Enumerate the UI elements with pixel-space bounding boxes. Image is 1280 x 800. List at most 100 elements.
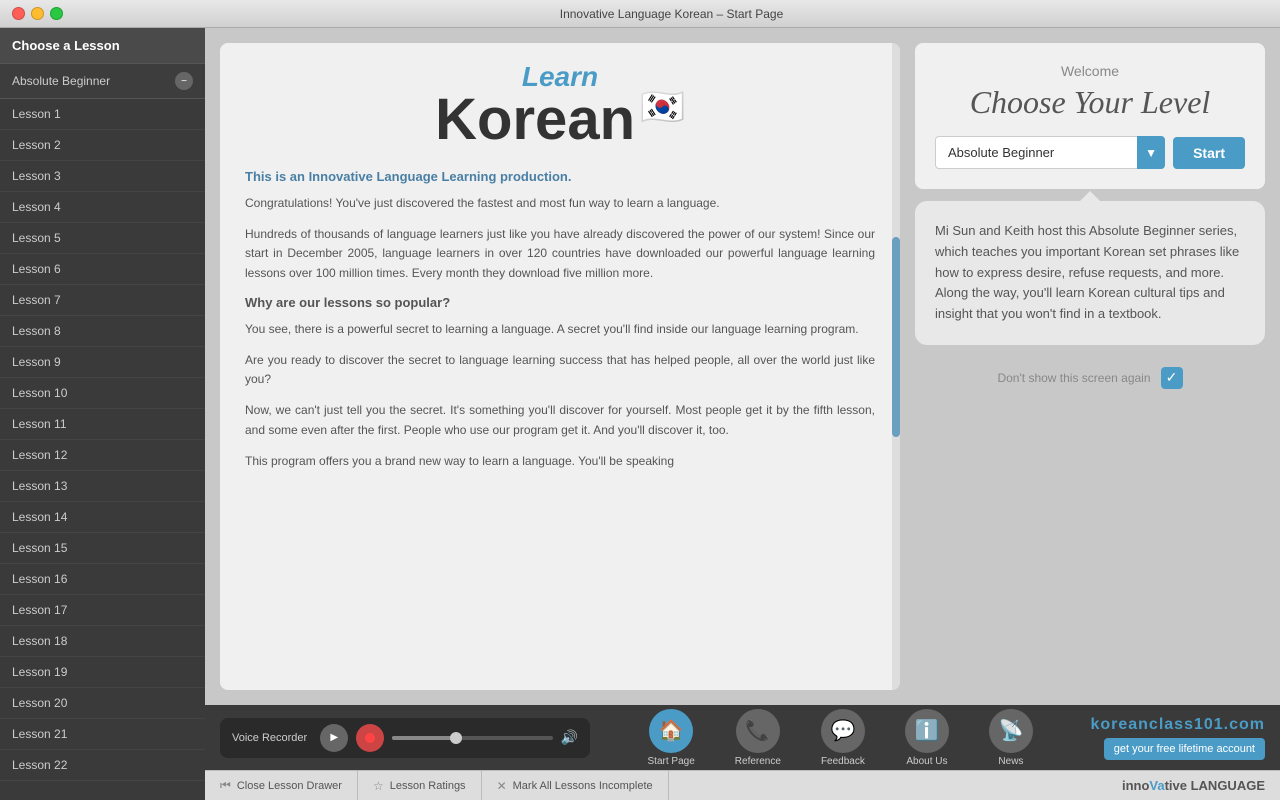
content-area: Learn Korean 🇰🇷 This is an Innovative La… <box>205 28 1280 705</box>
nav-item-start-page[interactable]: 🏠 Start Page <box>628 705 715 771</box>
nav-label-feedback: Feedback <box>821 756 865 767</box>
progress-thumb[interactable] <box>450 732 462 744</box>
welcome-section: Welcome Choose Your Level Absolute Begin… <box>915 43 1265 189</box>
lesson-item-12[interactable]: Lesson 12 <box>0 440 205 471</box>
lesson-item-16[interactable]: Lesson 16 <box>0 564 205 595</box>
record-dot-icon <box>365 733 375 743</box>
sidebar-level-row: Absolute Beginner − <box>0 64 205 99</box>
lesson-item-5[interactable]: Lesson 5 <box>0 223 205 254</box>
sidebar-lessons-list: Lesson 1Lesson 2Lesson 3Lesson 4Lesson 5… <box>0 99 205 800</box>
level-select[interactable]: Absolute Beginner <box>935 136 1165 169</box>
korean-logo: Learn Korean 🇰🇷 <box>435 63 685 149</box>
nav-icon-about-us: ℹ️ <box>905 709 949 753</box>
logo-header: Learn Korean 🇰🇷 <box>220 43 900 159</box>
brand-name: koreanclass101.com <box>1090 716 1265 734</box>
nav-item-about-us[interactable]: ℹ️ About Us <box>885 705 969 771</box>
lesson-item-3[interactable]: Lesson 3 <box>0 161 205 192</box>
sidebar: Choose a Lesson Absolute Beginner − Less… <box>0 28 205 800</box>
sidebar-header: Choose a Lesson <box>0 28 205 64</box>
scroll-thumb[interactable] <box>892 237 900 437</box>
lesson-item-18[interactable]: Lesson 18 <box>0 626 205 657</box>
lesson-item-19[interactable]: Lesson 19 <box>0 657 205 688</box>
star-icon: ☆ <box>373 779 384 793</box>
dont-show-row: Don't show this screen again ✓ <box>915 357 1265 399</box>
dont-show-checkbox[interactable]: ✓ <box>1161 367 1183 389</box>
close-lesson-drawer-btn[interactable]: ⏮ Close Lesson Drawer <box>205 771 358 800</box>
window-controls[interactable] <box>12 7 63 20</box>
brand-name-prefix: koreanclass101.com <box>1090 716 1265 733</box>
nav-icon-start-page: 🏠 <box>649 709 693 753</box>
window-title: Innovative Language Korean – Start Page <box>75 7 1268 21</box>
description-text: Mi Sun and Keith host this Absolute Begi… <box>935 223 1239 321</box>
minimize-window-btn[interactable] <box>31 7 44 20</box>
flag-icon: 🇰🇷 <box>640 86 685 128</box>
scroll-bar[interactable] <box>892 43 900 690</box>
lesson-ratings-btn[interactable]: ☆ Lesson Ratings <box>358 771 482 800</box>
lesson-item-7[interactable]: Lesson 7 <box>0 285 205 316</box>
lesson-item-2[interactable]: Lesson 2 <box>0 130 205 161</box>
free-account-button[interactable]: get your free lifetime account <box>1104 738 1265 760</box>
mark-incomplete-label: Mark All Lessons Incomplete <box>513 780 653 792</box>
maximize-window-btn[interactable] <box>50 7 63 20</box>
lesson-item-15[interactable]: Lesson 15 <box>0 533 205 564</box>
intro-para-2: Hundreds of thousands of language learne… <box>245 225 875 283</box>
mark-incomplete-btn[interactable]: ✕ Mark All Lessons Incomplete <box>482 771 669 800</box>
play-button[interactable]: ▶ <box>320 724 348 752</box>
intro-para-3: You see, there is a powerful secret to l… <box>245 320 875 339</box>
nav-icons: 🏠 Start Page 📞 Reference 💬 Feedback ℹ️ A… <box>600 705 1080 771</box>
lesson-item-21[interactable]: Lesson 21 <box>0 719 205 750</box>
lesson-item-8[interactable]: Lesson 8 <box>0 316 205 347</box>
right-panel: Welcome Choose Your Level Absolute Begin… <box>915 43 1265 690</box>
nav-item-reference[interactable]: 📞 Reference <box>715 705 801 771</box>
lesson-item-6[interactable]: Lesson 6 <box>0 254 205 285</box>
nav-icon-reference: 📞 <box>736 709 780 753</box>
left-panel: Learn Korean 🇰🇷 This is an Innovative La… <box>220 43 900 690</box>
footer-bar: ⏮ Close Lesson Drawer ☆ Lesson Ratings ✕… <box>205 770 1280 800</box>
volume-icon[interactable]: 🔊 <box>561 729 578 746</box>
nav-icon-feedback: 💬 <box>821 709 865 753</box>
dont-show-label: Don't show this screen again <box>997 371 1150 385</box>
intro-para-6: This program offers you a brand new way … <box>245 452 875 471</box>
description-bubble: Mi Sun and Keith host this Absolute Begi… <box>915 201 1265 345</box>
lesson-item-4[interactable]: Lesson 4 <box>0 192 205 223</box>
why-heading: Why are our lessons so popular? <box>245 295 875 310</box>
nav-label-about-us: About Us <box>906 756 947 767</box>
progress-fill <box>392 736 456 740</box>
nav-label-reference: Reference <box>735 756 781 767</box>
lesson-item-1[interactable]: Lesson 1 <box>0 99 205 130</box>
level-selector: Absolute Beginner ▼ Start <box>935 136 1245 169</box>
intro-para-5: Now, we can't just tell you the secret. … <box>245 401 875 439</box>
intro-para-4: Are you ready to discover the secret to … <box>245 351 875 389</box>
start-button[interactable]: Start <box>1173 137 1245 169</box>
lesson-item-14[interactable]: Lesson 14 <box>0 502 205 533</box>
nav-item-news[interactable]: 📡 News <box>969 705 1053 771</box>
lesson-item-13[interactable]: Lesson 13 <box>0 471 205 502</box>
nav-icon-news: 📡 <box>989 709 1033 753</box>
sidebar-collapse-btn[interactable]: − <box>175 72 193 90</box>
intro-heading: This is an Innovative Language Learning … <box>245 169 875 184</box>
record-button[interactable] <box>356 724 384 752</box>
intro-para-1: Congratulations! You've just discovered … <box>245 194 875 213</box>
lesson-item-11[interactable]: Lesson 11 <box>0 409 205 440</box>
lesson-item-20[interactable]: Lesson 20 <box>0 688 205 719</box>
bottom-bar: Voice Recorder ▶ 🔊 🏠 Start Page 📞 Refere… <box>205 705 1280 770</box>
nav-item-feedback[interactable]: 💬 Feedback <box>801 705 885 771</box>
footer-brand-accent: Va <box>1149 778 1164 793</box>
lesson-ratings-label: Lesson Ratings <box>390 780 466 792</box>
recorder-label: Voice Recorder <box>232 732 307 744</box>
korean-main-text: Korean <box>435 91 635 149</box>
lesson-item-22[interactable]: Lesson 22 <box>0 750 205 781</box>
app-container: Choose a Lesson Absolute Beginner − Less… <box>0 28 1280 800</box>
lesson-item-10[interactable]: Lesson 10 <box>0 378 205 409</box>
title-bar: Innovative Language Korean – Start Page <box>0 0 1280 28</box>
nav-label-start-page: Start Page <box>648 756 695 767</box>
lesson-item-17[interactable]: Lesson 17 <box>0 595 205 626</box>
welcome-label: Welcome <box>935 63 1245 79</box>
level-dropdown-container[interactable]: Absolute Beginner ▼ <box>935 136 1165 169</box>
close-lesson-label: Close Lesson Drawer <box>237 780 342 792</box>
progress-bar[interactable] <box>392 736 552 740</box>
close-window-btn[interactable] <box>12 7 25 20</box>
voice-recorder: Voice Recorder ▶ 🔊 <box>220 718 590 758</box>
lesson-item-9[interactable]: Lesson 9 <box>0 347 205 378</box>
sidebar-level-label: Absolute Beginner <box>12 74 110 88</box>
